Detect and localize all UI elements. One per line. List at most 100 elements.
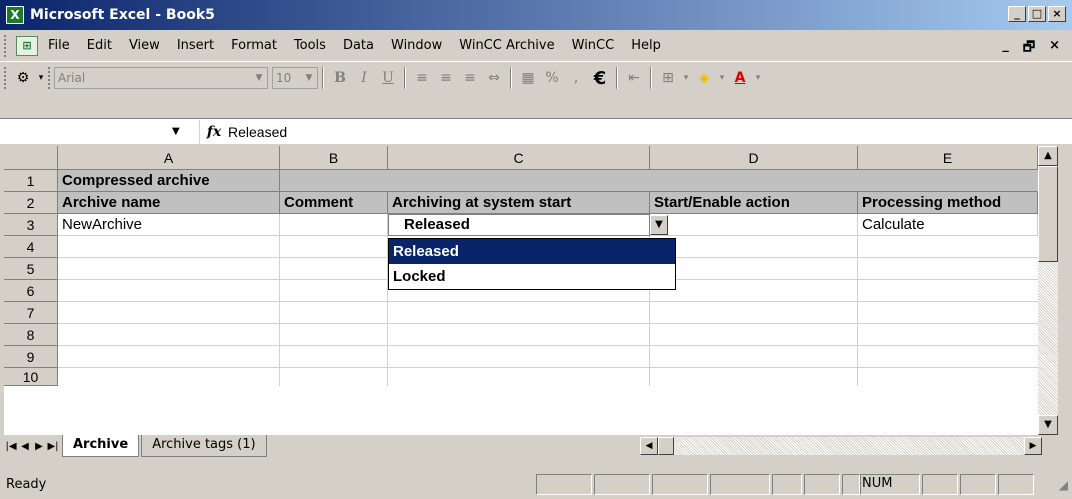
column-header-a[interactable]: A — [58, 146, 280, 170]
doc-minimize-button[interactable]: _ — [1002, 38, 1009, 60]
title-bar: X Microsoft Excel - Book5 _ □ × — [0, 0, 1072, 30]
status-panel — [804, 474, 840, 495]
formula-input[interactable]: Released — [228, 124, 287, 140]
cell-d2[interactable]: Start/Enable action — [650, 192, 858, 214]
chevron-down-icon[interactable]: ▼ — [172, 126, 180, 137]
row-header[interactable]: 8 — [4, 324, 58, 346]
archiving-start-select[interactable]: Released — [388, 214, 650, 236]
menu-help[interactable]: Help — [631, 38, 661, 53]
chevron-down-icon[interactable]: ▼ — [251, 68, 267, 88]
fill-color-dropdown-icon[interactable]: ▾ — [716, 67, 728, 89]
row-header[interactable]: 2 — [4, 192, 58, 214]
scroll-down-icon[interactable]: ▼ — [1038, 415, 1058, 435]
scroll-right-icon[interactable]: ▶ — [1024, 437, 1042, 455]
font-size-combo[interactable]: 10 ▼ — [272, 67, 318, 89]
toolbar-separator — [650, 67, 652, 89]
font-name-combo[interactable]: Arial ▼ — [54, 67, 268, 89]
menu-data[interactable]: Data — [343, 38, 374, 53]
sheet-tab-archive-tags[interactable]: Archive tags (1) — [141, 435, 267, 457]
menu-edit[interactable]: Edit — [87, 38, 112, 53]
cell-a2[interactable]: Archive name — [58, 192, 280, 214]
cell-c2[interactable]: Archiving at system start — [388, 192, 650, 214]
vertical-scroll-thumb[interactable] — [1038, 166, 1058, 262]
percent-style-button[interactable]: % — [540, 67, 564, 89]
cell-b1-merged[interactable] — [280, 170, 1038, 192]
dropdown-option-released[interactable]: Released — [389, 239, 675, 264]
minimize-button[interactable]: _ — [1008, 6, 1026, 22]
font-color-dropdown-icon[interactable]: ▾ — [752, 67, 764, 89]
column-header-b[interactable]: B — [280, 146, 388, 170]
borders-icon[interactable]: ⊞ — [656, 67, 680, 89]
comma-style-button[interactable]: , — [564, 67, 588, 89]
menu-file[interactable]: File — [48, 38, 70, 53]
row-header[interactable]: 7 — [4, 302, 58, 324]
doc-close-button[interactable]: × — [1049, 38, 1060, 60]
toolbar-options-icon[interactable]: ▾ — [36, 66, 46, 90]
scroll-up-icon[interactable]: ▲ — [1038, 146, 1058, 166]
menu-format[interactable]: Format — [231, 38, 277, 53]
column-header-c[interactable]: C — [388, 146, 650, 170]
horizontal-scroll-thumb[interactable] — [658, 437, 674, 455]
insert-function-button[interactable]: fx — [200, 124, 228, 140]
excel-app-icon[interactable]: X — [6, 6, 24, 24]
cell-b2[interactable]: Comment — [280, 192, 388, 214]
scroll-left-icon[interactable]: ◀ — [640, 437, 658, 455]
column-header-e[interactable]: E — [858, 146, 1038, 170]
dropdown-option-locked[interactable]: Locked — [389, 264, 675, 289]
chevron-down-icon[interactable]: ▼ — [301, 68, 317, 88]
worksheet-grid[interactable]: A B C D E 1 2 3 4 5 6 7 8 9 10 Compresse… — [4, 146, 1038, 435]
decrease-indent-icon[interactable]: ⇤ — [622, 67, 646, 89]
chevron-down-icon[interactable]: ▼ — [650, 215, 668, 235]
cell-a1[interactable]: Compressed archive — [58, 170, 280, 192]
align-left-icon[interactable]: ≡ — [410, 67, 434, 89]
italic-button[interactable]: I — [352, 67, 376, 89]
underline-button[interactable]: U — [376, 67, 400, 89]
menu-wincc-archive[interactable]: WinCC Archive — [459, 38, 554, 53]
wincc-icon[interactable]: ⚙ — [10, 66, 36, 90]
row-header[interactable]: 6 — [4, 280, 58, 302]
first-sheet-icon[interactable]: |◀ — [4, 441, 18, 452]
last-sheet-icon[interactable]: ▶| — [46, 441, 60, 452]
merge-center-icon[interactable]: ⇔ — [482, 67, 506, 89]
row-header[interactable]: 9 — [4, 346, 58, 368]
cell-e3[interactable]: Calculate — [858, 214, 1038, 236]
select-all-corner[interactable] — [4, 146, 58, 170]
formula-bar: ▼ fx Released — [0, 118, 1072, 144]
cell-e2[interactable]: Processing method — [858, 192, 1038, 214]
fill-color-icon[interactable]: ◈ — [692, 67, 716, 89]
currency-style-icon[interactable]: ▦ — [516, 67, 540, 89]
name-box[interactable]: ▼ — [0, 119, 200, 144]
close-button[interactable]: × — [1048, 6, 1066, 22]
next-sheet-icon[interactable]: ▶ — [32, 441, 46, 452]
cell-d3[interactable] — [650, 214, 858, 236]
prev-sheet-icon[interactable]: ◀ — [18, 441, 32, 452]
font-color-icon[interactable]: A — [728, 67, 752, 89]
menubar-grip[interactable] — [4, 34, 12, 57]
menu-wincc[interactable]: WinCC — [572, 38, 615, 53]
cell-a3[interactable]: NewArchive — [58, 214, 280, 236]
align-center-icon[interactable]: ≡ — [434, 67, 458, 89]
menu-tools[interactable]: Tools — [294, 38, 326, 53]
maximize-button[interactable]: □ — [1028, 6, 1046, 22]
column-header-d[interactable]: D — [650, 146, 858, 170]
vertical-scrollbar[interactable]: ▲ ▼ — [1038, 146, 1058, 435]
borders-dropdown-icon[interactable]: ▾ — [680, 67, 692, 89]
row-header[interactable]: 1 — [4, 170, 58, 192]
menu-view[interactable]: View — [129, 38, 160, 53]
align-right-icon[interactable]: ≡ — [458, 67, 482, 89]
euro-button[interactable]: € — [588, 67, 612, 89]
workbook-icon[interactable]: ⊞ — [16, 35, 38, 56]
menu-insert[interactable]: Insert — [177, 38, 214, 53]
doc-restore-button[interactable]: 🗗 — [1023, 38, 1035, 60]
toolbar-separator — [510, 67, 512, 89]
row-header[interactable]: 3 — [4, 214, 58, 236]
menu-window[interactable]: Window — [391, 38, 442, 53]
bold-button[interactable]: B — [328, 67, 352, 89]
row-header[interactable]: 5 — [4, 258, 58, 280]
row-header[interactable]: 4 — [4, 236, 58, 258]
row-header[interactable]: 10 — [4, 368, 58, 386]
cell-b3[interactable] — [280, 214, 388, 236]
sheet-tab-archive[interactable]: Archive — [62, 435, 140, 457]
resize-grip-icon[interactable]: ◢ — [1059, 478, 1068, 492]
horizontal-scrollbar[interactable]: ◀ ▶ — [640, 437, 1042, 455]
